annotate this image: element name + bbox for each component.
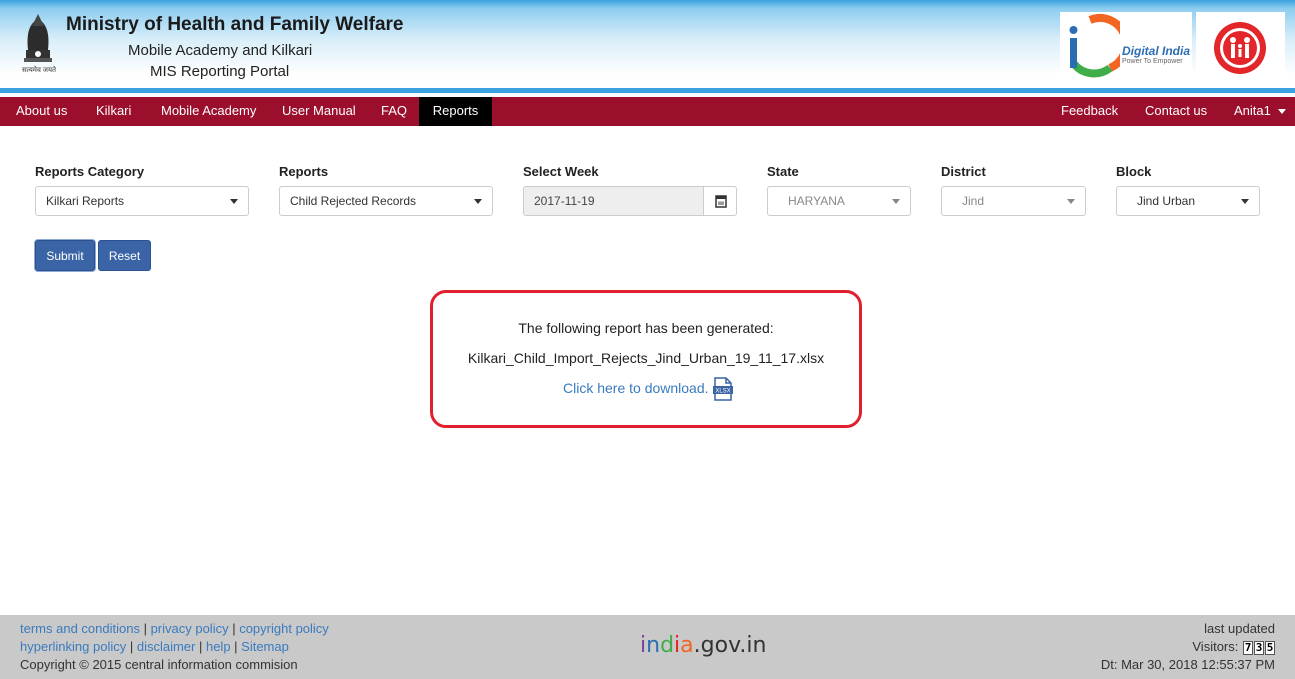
nav-contact-us[interactable]: Contact us	[1145, 97, 1207, 126]
hyperlinking-policy-link[interactable]: hyperlinking policy	[20, 639, 126, 654]
counter-digit: 7	[1243, 641, 1253, 655]
download-link[interactable]: Click here to download.	[563, 380, 709, 396]
calendar-icon	[715, 195, 727, 208]
reports-category-value: Kilkari Reports	[46, 194, 125, 208]
india-gov-logo[interactable]: india.gov.in	[640, 633, 766, 658]
user-name: Anita1	[1234, 103, 1271, 118]
report-result-panel: The following report has been generated:…	[430, 290, 862, 428]
caret-down-icon	[1241, 199, 1249, 204]
chevron-down-icon	[1277, 109, 1286, 115]
caret-down-icon	[230, 199, 238, 204]
reports-value: Child Rejected Records	[290, 194, 417, 208]
caret-down-icon	[474, 199, 482, 204]
footer-links-row-1: terms and conditions | privacy policy | …	[20, 621, 329, 636]
sitemap-link[interactable]: Sitemap	[241, 639, 289, 654]
main-nav: About us Kilkari Mobile Academy User Man…	[0, 97, 1295, 126]
xlsx-icon-label: XLSX	[715, 389, 730, 395]
nav-feedback[interactable]: Feedback	[1061, 97, 1118, 126]
national-health-mission-logo	[1196, 12, 1285, 80]
visitors-label: Visitors:	[1192, 639, 1239, 654]
disclaimer-link[interactable]: disclaimer	[137, 639, 196, 654]
portal-subtitle: Mobile Academy and Kilkari	[128, 42, 313, 59]
block-label: Block	[1116, 164, 1152, 179]
digital-india-icon	[1069, 14, 1120, 78]
calendar-button[interactable]	[703, 186, 737, 216]
week-date-input[interactable]: 2017-11-19	[523, 186, 704, 216]
terms-link[interactable]: terms and conditions	[20, 621, 140, 636]
counter-digit: 3	[1254, 641, 1264, 655]
nhm-icon	[1214, 22, 1266, 74]
user-menu[interactable]: Anita1	[1234, 97, 1286, 126]
copyright-policy-link[interactable]: copyright policy	[239, 621, 329, 636]
district-value: Jind	[962, 194, 985, 208]
counter-digit: 5	[1265, 641, 1275, 655]
site-header: सत्यमेव जयते Ministry of Health and Fami…	[0, 0, 1295, 93]
state-label: State	[767, 164, 799, 179]
nav-reports[interactable]: Reports	[419, 97, 492, 126]
digital-india-text: Digital India	[1122, 44, 1191, 58]
nav-mobile-academy[interactable]: Mobile Academy	[161, 97, 256, 126]
last-updated-label: last updated	[1204, 621, 1275, 636]
report-generated-message: The following report has been generated:	[518, 320, 774, 336]
xlsx-file-icon[interactable]: XLSX	[712, 377, 734, 401]
ministry-title: Ministry of Health and Family Welfare	[66, 14, 404, 35]
nav-faq[interactable]: FAQ	[381, 97, 407, 126]
submit-button[interactable]: Submit	[35, 240, 95, 271]
nav-about-us[interactable]: About us	[16, 97, 67, 126]
reports-category-label: Reports Category	[35, 164, 145, 179]
reports-category-select[interactable]: Kilkari Reports	[35, 186, 249, 216]
state-value: HARYANA	[788, 194, 845, 208]
visitor-counter: Visitors: 735	[1192, 639, 1275, 655]
copyright-text: Copyright © 2015 central information com…	[20, 657, 298, 672]
privacy-policy-link[interactable]: privacy policy	[151, 621, 229, 636]
caret-down-icon	[1067, 199, 1075, 204]
block-value: Jind Urban	[1137, 194, 1196, 208]
nav-user-manual[interactable]: User Manual	[282, 97, 356, 126]
district-select[interactable]: Jind	[941, 186, 1086, 216]
last-updated-date: Dt: Mar 30, 2018 12:55:37 PM	[1100, 657, 1275, 672]
caret-down-icon	[892, 199, 900, 204]
reports-label: Reports	[279, 164, 329, 179]
nav-kilkari[interactable]: Kilkari	[96, 97, 131, 126]
help-link[interactable]: help	[206, 639, 231, 654]
site-footer: terms and conditions | privacy policy | …	[0, 615, 1295, 679]
report-filename: Kilkari_Child_Import_Rejects_Jind_Urban_…	[467, 350, 825, 366]
footer-links-row-2: hyperlinking policy | disclaimer | help …	[20, 639, 289, 654]
district-label: District	[941, 164, 986, 179]
block-select[interactable]: Jind Urban	[1116, 186, 1260, 216]
emblem-motto: सत्यमेव जयते	[21, 67, 57, 74]
reports-select[interactable]: Child Rejected Records	[279, 186, 493, 216]
state-select[interactable]: HARYANA	[767, 186, 911, 216]
digital-india-logo: Digital India Power To Empower	[1060, 12, 1192, 80]
digital-india-tagline: Power To Empower	[1122, 58, 1183, 65]
select-week-label: Select Week	[523, 164, 599, 179]
reset-button[interactable]: Reset	[98, 240, 151, 271]
portal-subtitle-2: MIS Reporting Portal	[150, 63, 290, 80]
